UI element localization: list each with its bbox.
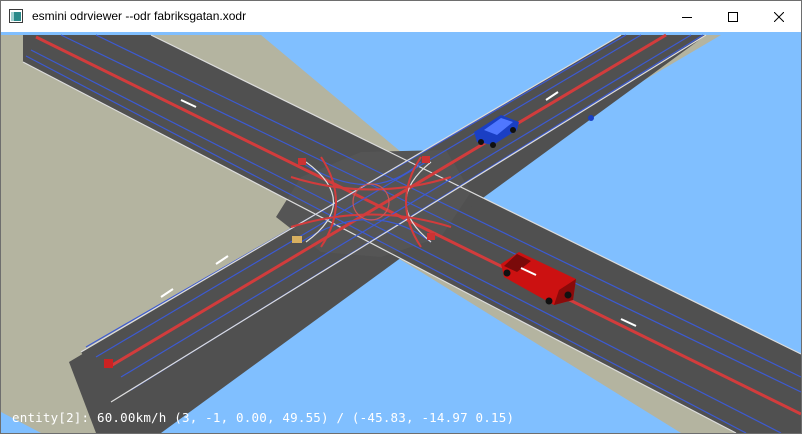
- entity-status-text: entity[2]: 60.00km/h (3, -1, 0.00, 49.55…: [12, 410, 515, 425]
- window-title: esmini odrviewer --odr fabriksgatan.xodr: [32, 9, 247, 23]
- app-window: esmini odrviewer --odr fabriksgatan.xodr: [0, 0, 802, 434]
- road-scene: [1, 33, 801, 433]
- minimize-icon: [682, 16, 692, 18]
- maximize-icon: [728, 11, 738, 22]
- marker-sphere: [588, 115, 594, 121]
- 3d-viewport[interactable]: entity[2]: 60.00km/h (3, -1, 0.00, 49.55…: [1, 32, 801, 433]
- close-button[interactable]: [756, 1, 802, 32]
- close-icon: [774, 11, 784, 22]
- minimize-button[interactable]: [664, 1, 710, 32]
- maximize-button[interactable]: [710, 1, 756, 32]
- title-bar[interactable]: esmini odrviewer --odr fabriksgatan.xodr: [1, 1, 801, 32]
- app-icon: [9, 9, 23, 23]
